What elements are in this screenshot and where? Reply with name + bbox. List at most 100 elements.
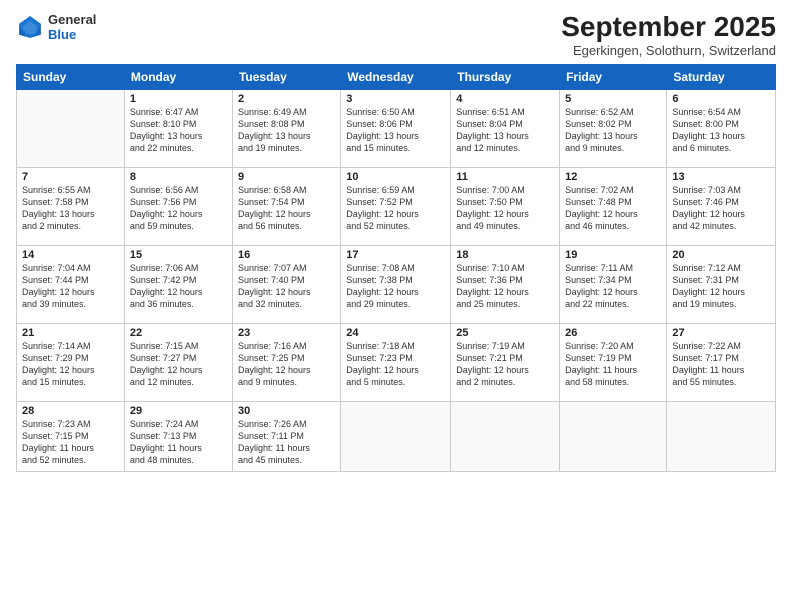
day-info: Sunrise: 7:11 AM Sunset: 7:34 PM Dayligh… (565, 262, 661, 311)
day-info: Sunrise: 7:19 AM Sunset: 7:21 PM Dayligh… (456, 340, 554, 389)
day-info: Sunrise: 7:18 AM Sunset: 7:23 PM Dayligh… (346, 340, 445, 389)
day-number: 7 (22, 171, 119, 183)
day-info: Sunrise: 7:23 AM Sunset: 7:15 PM Dayligh… (22, 418, 119, 467)
day-info: Sunrise: 7:24 AM Sunset: 7:13 PM Dayligh… (130, 418, 227, 467)
header-tuesday: Tuesday (232, 64, 340, 89)
day-info: Sunrise: 7:00 AM Sunset: 7:50 PM Dayligh… (456, 184, 554, 233)
page-header: General Blue September 2025 Egerkingen, … (16, 12, 776, 58)
day-info: Sunrise: 7:04 AM Sunset: 7:44 PM Dayligh… (22, 262, 119, 311)
day-number: 1 (130, 93, 227, 105)
day-info: Sunrise: 7:06 AM Sunset: 7:42 PM Dayligh… (130, 262, 227, 311)
calendar-table: Sunday Monday Tuesday Wednesday Thursday… (16, 64, 776, 472)
day-info: Sunrise: 6:50 AM Sunset: 8:06 PM Dayligh… (346, 106, 445, 155)
table-row: 25Sunrise: 7:19 AM Sunset: 7:21 PM Dayli… (451, 323, 560, 401)
table-row: 17Sunrise: 7:08 AM Sunset: 7:38 PM Dayli… (341, 245, 451, 323)
day-number: 12 (565, 171, 661, 183)
table-row: 28Sunrise: 7:23 AM Sunset: 7:15 PM Dayli… (17, 401, 125, 471)
day-number: 19 (565, 249, 661, 261)
table-row: 15Sunrise: 7:06 AM Sunset: 7:42 PM Dayli… (124, 245, 232, 323)
day-info: Sunrise: 7:12 AM Sunset: 7:31 PM Dayligh… (672, 262, 770, 311)
table-row: 9Sunrise: 6:58 AM Sunset: 7:54 PM Daylig… (232, 167, 340, 245)
day-number: 2 (238, 93, 335, 105)
title-block: September 2025 Egerkingen, Solothurn, Sw… (561, 12, 776, 58)
header-saturday: Saturday (667, 64, 776, 89)
day-number: 5 (565, 93, 661, 105)
day-number: 30 (238, 405, 335, 417)
day-number: 25 (456, 327, 554, 339)
day-number: 26 (565, 327, 661, 339)
table-row: 4Sunrise: 6:51 AM Sunset: 8:04 PM Daylig… (451, 89, 560, 167)
table-row: 3Sunrise: 6:50 AM Sunset: 8:06 PM Daylig… (341, 89, 451, 167)
day-number: 22 (130, 327, 227, 339)
header-sunday: Sunday (17, 64, 125, 89)
day-info: Sunrise: 7:07 AM Sunset: 7:40 PM Dayligh… (238, 262, 335, 311)
table-row (341, 401, 451, 471)
day-info: Sunrise: 6:51 AM Sunset: 8:04 PM Dayligh… (456, 106, 554, 155)
day-number: 8 (130, 171, 227, 183)
day-info: Sunrise: 6:58 AM Sunset: 7:54 PM Dayligh… (238, 184, 335, 233)
day-info: Sunrise: 7:22 AM Sunset: 7:17 PM Dayligh… (672, 340, 770, 389)
day-number: 9 (238, 171, 335, 183)
day-number: 16 (238, 249, 335, 261)
table-row: 23Sunrise: 7:16 AM Sunset: 7:25 PM Dayli… (232, 323, 340, 401)
day-number: 13 (672, 171, 770, 183)
table-row: 13Sunrise: 7:03 AM Sunset: 7:46 PM Dayli… (667, 167, 776, 245)
day-info: Sunrise: 7:15 AM Sunset: 7:27 PM Dayligh… (130, 340, 227, 389)
table-row: 2Sunrise: 6:49 AM Sunset: 8:08 PM Daylig… (232, 89, 340, 167)
header-friday: Friday (560, 64, 667, 89)
table-row: 21Sunrise: 7:14 AM Sunset: 7:29 PM Dayli… (17, 323, 125, 401)
table-row (560, 401, 667, 471)
logo-icon (16, 13, 44, 41)
table-row (451, 401, 560, 471)
day-number: 21 (22, 327, 119, 339)
table-row: 1Sunrise: 6:47 AM Sunset: 8:10 PM Daylig… (124, 89, 232, 167)
table-row: 8Sunrise: 6:56 AM Sunset: 7:56 PM Daylig… (124, 167, 232, 245)
table-row: 6Sunrise: 6:54 AM Sunset: 8:00 PM Daylig… (667, 89, 776, 167)
day-number: 29 (130, 405, 227, 417)
day-number: 3 (346, 93, 445, 105)
day-info: Sunrise: 6:59 AM Sunset: 7:52 PM Dayligh… (346, 184, 445, 233)
location-subtitle: Egerkingen, Solothurn, Switzerland (561, 43, 776, 58)
day-info: Sunrise: 6:52 AM Sunset: 8:02 PM Dayligh… (565, 106, 661, 155)
day-info: Sunrise: 7:26 AM Sunset: 7:11 PM Dayligh… (238, 418, 335, 467)
day-info: Sunrise: 7:16 AM Sunset: 7:25 PM Dayligh… (238, 340, 335, 389)
table-row: 11Sunrise: 7:00 AM Sunset: 7:50 PM Dayli… (451, 167, 560, 245)
table-row: 16Sunrise: 7:07 AM Sunset: 7:40 PM Dayli… (232, 245, 340, 323)
day-number: 28 (22, 405, 119, 417)
day-info: Sunrise: 7:08 AM Sunset: 7:38 PM Dayligh… (346, 262, 445, 311)
day-info: Sunrise: 6:55 AM Sunset: 7:58 PM Dayligh… (22, 184, 119, 233)
day-info: Sunrise: 7:20 AM Sunset: 7:19 PM Dayligh… (565, 340, 661, 389)
table-row: 5Sunrise: 6:52 AM Sunset: 8:02 PM Daylig… (560, 89, 667, 167)
day-info: Sunrise: 6:54 AM Sunset: 8:00 PM Dayligh… (672, 106, 770, 155)
day-info: Sunrise: 6:47 AM Sunset: 8:10 PM Dayligh… (130, 106, 227, 155)
table-row: 26Sunrise: 7:20 AM Sunset: 7:19 PM Dayli… (560, 323, 667, 401)
table-row: 24Sunrise: 7:18 AM Sunset: 7:23 PM Dayli… (341, 323, 451, 401)
day-number: 6 (672, 93, 770, 105)
header-wednesday: Wednesday (341, 64, 451, 89)
day-number: 14 (22, 249, 119, 261)
table-row: 20Sunrise: 7:12 AM Sunset: 7:31 PM Dayli… (667, 245, 776, 323)
calendar-page: General Blue September 2025 Egerkingen, … (0, 0, 792, 612)
day-number: 17 (346, 249, 445, 261)
table-row (667, 401, 776, 471)
table-row: 18Sunrise: 7:10 AM Sunset: 7:36 PM Dayli… (451, 245, 560, 323)
month-title: September 2025 (561, 12, 776, 43)
table-row: 30Sunrise: 7:26 AM Sunset: 7:11 PM Dayli… (232, 401, 340, 471)
table-row: 14Sunrise: 7:04 AM Sunset: 7:44 PM Dayli… (17, 245, 125, 323)
table-row: 10Sunrise: 6:59 AM Sunset: 7:52 PM Dayli… (341, 167, 451, 245)
header-thursday: Thursday (451, 64, 560, 89)
day-number: 20 (672, 249, 770, 261)
day-number: 10 (346, 171, 445, 183)
day-number: 23 (238, 327, 335, 339)
calendar-header-row: Sunday Monday Tuesday Wednesday Thursday… (17, 64, 776, 89)
day-number: 27 (672, 327, 770, 339)
table-row: 22Sunrise: 7:15 AM Sunset: 7:27 PM Dayli… (124, 323, 232, 401)
day-number: 18 (456, 249, 554, 261)
day-info: Sunrise: 6:49 AM Sunset: 8:08 PM Dayligh… (238, 106, 335, 155)
table-row: 19Sunrise: 7:11 AM Sunset: 7:34 PM Dayli… (560, 245, 667, 323)
day-info: Sunrise: 7:02 AM Sunset: 7:48 PM Dayligh… (565, 184, 661, 233)
day-number: 15 (130, 249, 227, 261)
day-number: 4 (456, 93, 554, 105)
day-number: 11 (456, 171, 554, 183)
header-monday: Monday (124, 64, 232, 89)
